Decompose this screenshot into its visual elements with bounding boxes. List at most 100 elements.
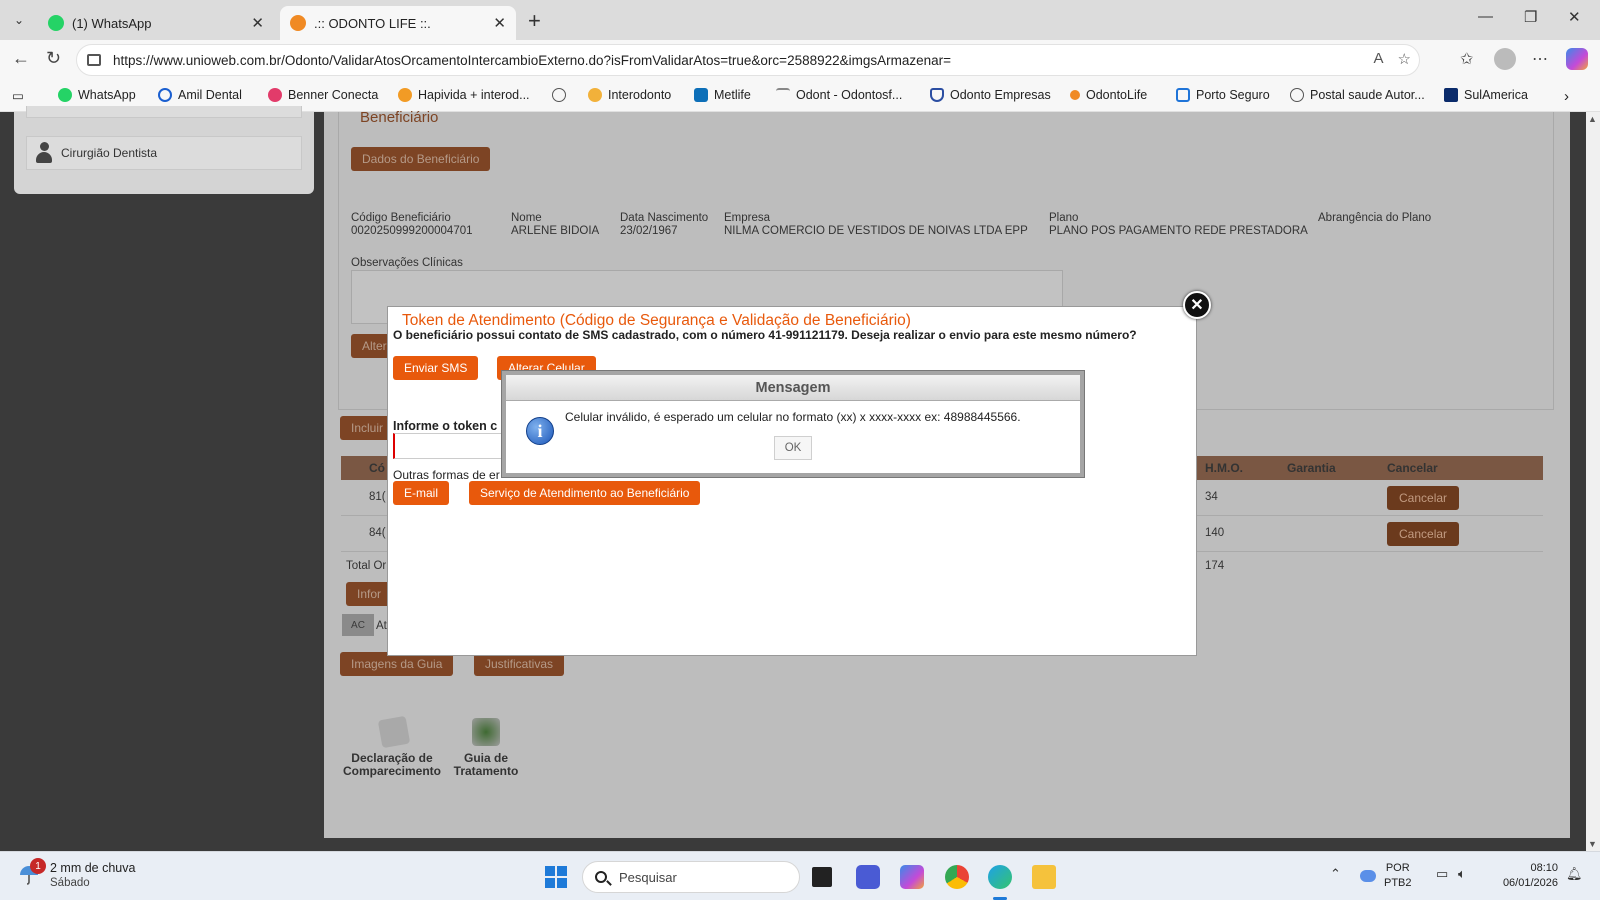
volume-icon[interactable]: 🔈︎ <box>1458 866 1466 882</box>
bookmark-odontolife[interactable]: OdontoLife <box>1070 88 1147 102</box>
field-value: 0020250999200004701 <box>351 225 473 237</box>
weather-text[interactable]: 2 mm de chuva <box>50 861 135 875</box>
windows-start-icon[interactable] <box>545 866 567 888</box>
bookmark-globe[interactable] <box>552 88 572 102</box>
favorites-icon[interactable]: ✩ <box>1460 49 1473 69</box>
sulamerica-icon <box>1444 88 1458 102</box>
tab-label: (1) WhatsApp <box>72 15 152 31</box>
copilot-icon[interactable] <box>900 865 924 889</box>
bookmark-label: Odonto Empresas <box>950 88 1051 102</box>
lang-primary: POR <box>1385 862 1410 874</box>
bookmark-odonto-empresas[interactable]: Odonto Empresas <box>930 88 1051 102</box>
field-value: 23/02/1967 <box>620 225 678 237</box>
restore-icon[interactable]: ❐ <box>1524 8 1537 26</box>
bookmark-sulamerica[interactable]: SulAmerica <box>1444 88 1528 102</box>
edge-icon[interactable] <box>988 865 1012 889</box>
bookmark-label: Interodonto <box>608 88 672 102</box>
new-tab-plus-icon[interactable]: + <box>528 8 541 34</box>
dados-beneficiario-button[interactable]: Dados do Beneficiário <box>351 147 491 171</box>
guia-tratamento-link[interactable]: Guia de Tratamento <box>448 752 524 778</box>
tab-actions-chevron-icon[interactable]: ⌄ <box>6 8 32 32</box>
row-hmo: 140 <box>1205 527 1225 539</box>
read-aloud-icon[interactable]: A <box>1374 50 1384 68</box>
minimize-icon[interactable]: — <box>1478 8 1493 25</box>
cancelar-button[interactable]: Cancelar <box>1387 522 1460 546</box>
reading-list-icon[interactable]: ▭ <box>12 88 24 103</box>
scroll-up-arrow-icon[interactable]: ▲ <box>1588 114 1597 124</box>
bookmark-interodonto[interactable]: Interodonto <box>588 88 671 102</box>
more-options-icon[interactable]: ⋯ <box>1532 49 1548 69</box>
close-tab-icon[interactable]: ✕ <box>493 14 506 32</box>
system-clock[interactable]: 08:10 06/01/2026 <box>1488 861 1558 891</box>
declaracao-comparecimento-link[interactable]: Declaração de Comparecimento <box>340 752 444 778</box>
bookmark-odontosf[interactable]: Odont - Odontosf... <box>776 88 902 102</box>
bookmark-porto-seguro[interactable]: Porto Seguro <box>1176 88 1270 102</box>
scroll-down-arrow-icon[interactable]: ▼ <box>1588 839 1597 849</box>
declaration-doc-icon[interactable] <box>377 715 411 749</box>
more-bookmarks-chevron-icon[interactable]: › <box>1564 88 1569 105</box>
task-view-icon[interactable] <box>812 867 832 887</box>
tab-odontolife[interactable]: .:: ODONTO LIFE ::. ✕ <box>280 6 516 40</box>
browser-tab-bar: ⌄ (1) WhatsApp ✕ .:: ODONTO LIFE ::. ✕ +… <box>0 0 1600 40</box>
bookmark-label: Amil Dental <box>178 88 242 102</box>
token-input[interactable] <box>393 433 513 459</box>
bookmark-metlife[interactable]: Metlife <box>694 88 751 102</box>
close-tab-icon[interactable]: ✕ <box>251 14 264 32</box>
cancelar-button[interactable]: Cancelar <box>1387 486 1460 510</box>
url-text[interactable]: https://www.unioweb.com.br/Odonto/Valida… <box>113 53 951 68</box>
input-language[interactable]: POR PTB2 <box>1384 861 1412 891</box>
field-label: Nome <box>511 212 542 224</box>
token-modal: Token de Atendimento (Código de Seguranç… <box>387 306 1197 656</box>
site-info-icon[interactable] <box>87 54 101 66</box>
file-explorer-icon[interactable] <box>1032 865 1056 889</box>
col-header-garantia: Garantia <box>1287 461 1336 475</box>
field-label: Código Beneficiário <box>351 212 451 224</box>
token-input-label: Informe o token c <box>393 419 498 433</box>
bookmark-benner-conecta[interactable]: Benner Conecta <box>268 88 378 102</box>
sidebar-item-previous[interactable] <box>26 106 302 118</box>
show-hidden-icons-icon[interactable]: ⌃ <box>1330 866 1341 882</box>
chrome-icon[interactable] <box>945 865 969 889</box>
favorite-star-icon[interactable]: ☆ <box>1398 50 1411 68</box>
page-scrollbar[interactable]: ▲ ▼ <box>1586 112 1600 851</box>
bookmark-amil-dental[interactable]: Amil Dental <box>158 88 242 102</box>
col-header-cancelar: Cancelar <box>1387 461 1438 475</box>
enviar-sms-button[interactable]: Enviar SMS <box>393 356 479 380</box>
profile-avatar-icon[interactable] <box>1494 48 1516 70</box>
taskbar-search[interactable]: Pesquisar <box>582 861 800 893</box>
sidebar-item-cirurgiao-dentista[interactable]: Cirurgião Dentista <box>26 136 302 170</box>
copilot-icon[interactable] <box>1566 48 1588 70</box>
servico-atendimento-button[interactable]: Serviço de Atendimento ao Beneficiário <box>469 481 701 505</box>
row-hmo: 34 <box>1205 491 1218 503</box>
shield-icon <box>930 88 944 102</box>
bookmark-whatsapp[interactable]: WhatsApp <box>58 88 136 102</box>
bookmark-hapivida[interactable]: Hapivida + interod... <box>398 88 530 102</box>
bookmark-label: OdontoLife <box>1086 88 1148 102</box>
field-label: Plano <box>1049 212 1079 224</box>
search-placeholder: Pesquisar <box>619 869 677 885</box>
email-button[interactable]: E-mail <box>393 481 450 505</box>
tab-whatsapp[interactable]: (1) WhatsApp ✕ <box>38 6 274 40</box>
incluir-button[interactable]: Incluir <box>340 416 395 440</box>
address-bar[interactable]: https://www.unioweb.com.br/Odonto/Valida… <box>76 44 1420 76</box>
odontosf-icon <box>776 88 790 102</box>
field-label: Abrangência do Plano <box>1318 212 1432 224</box>
close-window-icon[interactable]: ✕ <box>1568 8 1581 26</box>
close-modal-icon[interactable]: ✕ <box>1183 291 1211 319</box>
bookmark-postal-saude[interactable]: Postal saude Autor... <box>1290 88 1425 102</box>
browser-toolbar: ← ↻ https://www.unioweb.com.br/Odonto/Va… <box>0 40 1600 80</box>
informar-button[interactable]: Infor <box>346 582 393 606</box>
globe-doc-icon[interactable] <box>472 718 500 746</box>
clock-date: 06/01/2026 <box>1502 877 1558 889</box>
back-arrow-icon[interactable]: ← <box>12 48 30 69</box>
refresh-icon[interactable]: ↻ <box>46 48 61 69</box>
sidebar-item-label: Cirurgião Dentista <box>61 146 158 160</box>
network-icon[interactable]: ▭ <box>1436 866 1448 882</box>
outras-formas-label: Outras formas de er <box>393 468 500 482</box>
onedrive-icon[interactable] <box>1360 870 1376 882</box>
notification-bell-icon[interactable]: 🔔︎ <box>1566 866 1583 882</box>
interodonto-icon <box>588 88 602 102</box>
token-modal-text: O beneficiário possui contato de SMS cad… <box>393 328 1137 342</box>
ok-button[interactable]: OK <box>774 436 812 460</box>
teams-icon[interactable] <box>856 865 880 889</box>
